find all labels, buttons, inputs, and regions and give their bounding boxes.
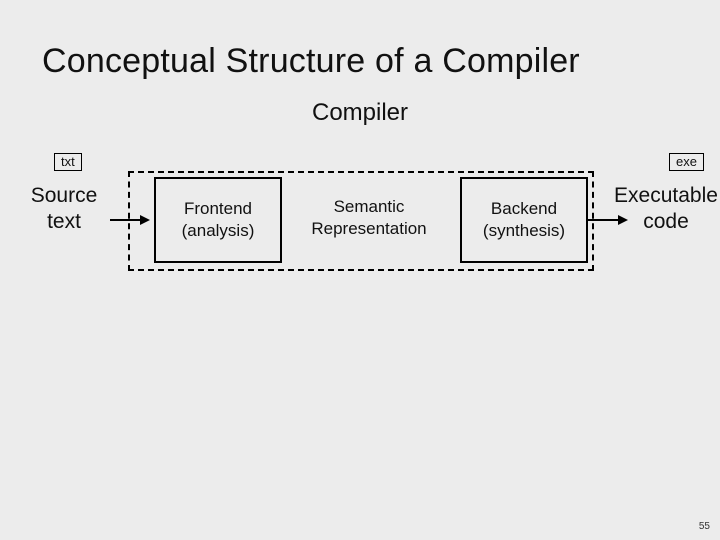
frontend-stage: Frontend (analysis) bbox=[154, 177, 282, 263]
slide: Conceptual Structure of a Compiler Compi… bbox=[0, 0, 720, 540]
semantic-representation: Semantic Representation bbox=[288, 177, 450, 259]
executable-block: Executable code bbox=[612, 183, 720, 235]
backend-stage: Backend (synthesis) bbox=[460, 177, 588, 263]
source-block: Source text bbox=[10, 183, 118, 235]
backend-l1: Backend bbox=[491, 198, 557, 220]
page-number: 55 bbox=[699, 521, 710, 532]
exec-l2: code bbox=[612, 209, 720, 235]
arrow-icon bbox=[110, 213, 150, 227]
page-title: Conceptual Structure of a Compiler bbox=[0, 0, 720, 81]
frontend-l1: Frontend bbox=[184, 198, 252, 220]
source-l1: Source bbox=[10, 183, 118, 209]
compiler-diagram: txt exe Source text Frontend (analysis) … bbox=[10, 145, 710, 275]
output-tag: exe bbox=[669, 153, 704, 171]
frontend-l2: (analysis) bbox=[182, 220, 255, 242]
backend-l2: (synthesis) bbox=[483, 220, 565, 242]
source-l2: text bbox=[10, 209, 118, 235]
mid-l1: Semantic bbox=[334, 196, 405, 218]
exec-l1: Executable bbox=[612, 183, 720, 209]
input-tag: txt bbox=[54, 153, 82, 171]
mid-l2: Representation bbox=[311, 218, 426, 240]
compiler-label: Compiler bbox=[0, 99, 720, 127]
